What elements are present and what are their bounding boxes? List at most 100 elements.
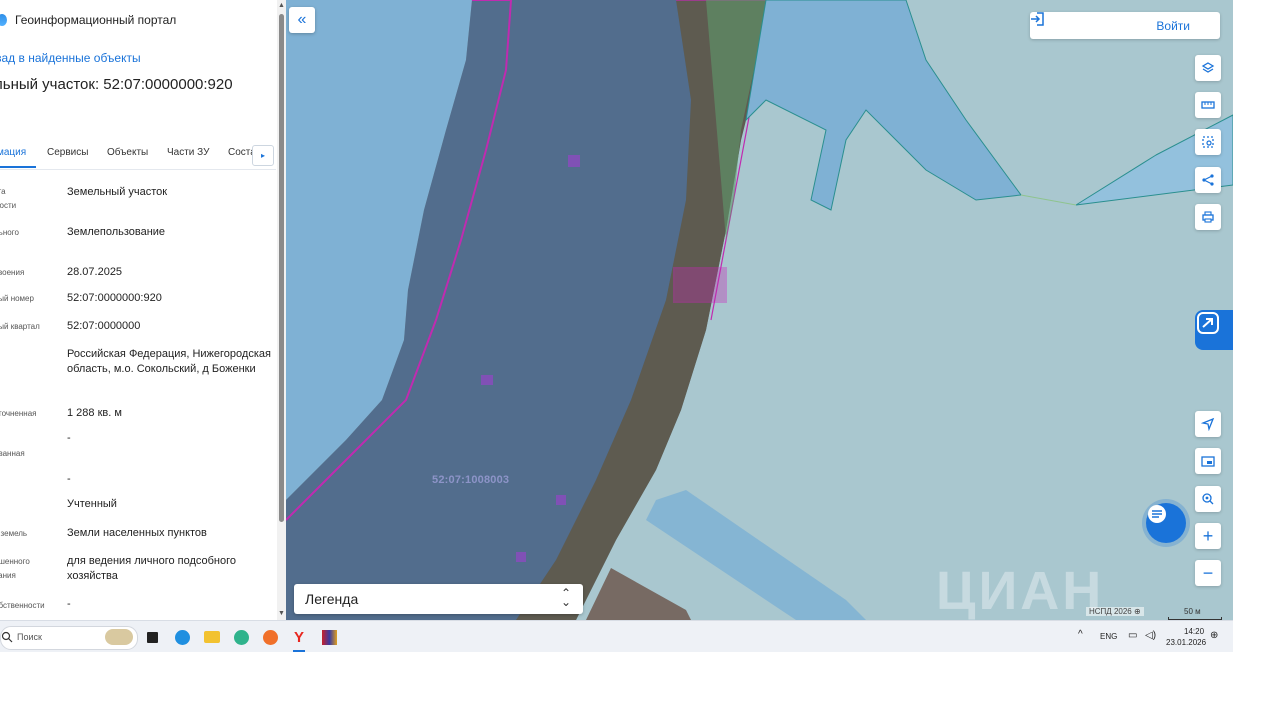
gosuslugi-button[interactable]: [1195, 310, 1233, 350]
gosuslugi-icon: [1197, 312, 1219, 334]
legend-dropdown[interactable]: Легенда ⌃ ⌄: [294, 584, 583, 614]
clock-time[interactable]: 14:20: [1184, 627, 1204, 636]
prop-label: обственности: [0, 601, 45, 610]
double-chevron-left-icon: «: [297, 11, 307, 28]
map-attribution: НСПД 2026 ⊕: [1086, 607, 1144, 616]
prop-value: Земельный участок: [67, 186, 168, 198]
land-patch: [586, 568, 691, 620]
geo-search-icon: [1202, 493, 1214, 505]
taskbar-search[interactable]: Поиск: [0, 626, 138, 650]
building: [481, 375, 493, 385]
prop-value-status: Учтенный: [67, 498, 117, 510]
object-title: льный участок: 52:07:0000000:920: [0, 76, 233, 93]
prop-value: Земли населенных пунктов: [67, 527, 207, 539]
prop-label: своения: [0, 268, 25, 277]
prop-label: вый номер: [0, 294, 34, 303]
tab-information[interactable]: мация: [0, 147, 26, 158]
active-app-indicator: [293, 650, 305, 652]
tabs-next-button[interactable]: ▸: [252, 145, 274, 166]
prop-label: льного: [0, 228, 19, 237]
volume-icon[interactable]: ◁): [1145, 630, 1156, 641]
prop-label: вый квартал: [0, 322, 40, 331]
prop-value: Землепользование: [67, 226, 166, 238]
back-to-results-link[interactable]: зад в найденные объекты: [0, 51, 141, 65]
layers-icon: [1201, 62, 1215, 73]
chat-icon: [1148, 505, 1166, 523]
ruler-button[interactable]: [1195, 92, 1221, 118]
zoom-out-button[interactable]: −: [1195, 560, 1221, 586]
chat-button[interactable]: [1146, 503, 1186, 543]
watermark: ЦИАН: [936, 561, 1105, 620]
select-area-icon: [1202, 136, 1214, 148]
clock-date[interactable]: 23.01.2026: [1166, 638, 1206, 647]
building: [568, 155, 580, 167]
zoom-in-button[interactable]: +: [1195, 523, 1221, 549]
app-title: Геоинформационный портал: [15, 13, 177, 27]
prop-label: ктамости: [0, 187, 17, 210]
select-area-button[interactable]: [1195, 129, 1221, 155]
map-view[interactable]: ЦИАН ID 3261... « Войти: [286, 0, 1233, 620]
prop-value: 52:07:0000000: [67, 320, 141, 332]
minimap-button[interactable]: [1195, 448, 1221, 474]
prop-value: -: [67, 598, 71, 610]
search-placeholder: Поиск: [17, 632, 42, 642]
notifications-icon[interactable]: ⊕: [1210, 630, 1218, 641]
selected-parcel: [673, 267, 727, 303]
prop-label: ованная: [0, 449, 25, 458]
search-icon: [1, 631, 13, 643]
share-button[interactable]: [1195, 167, 1221, 193]
layers-button[interactable]: [1195, 55, 1221, 81]
network-icon[interactable]: ▭: [1128, 630, 1137, 641]
ruler-icon: [1201, 101, 1215, 109]
prop-value: -: [67, 473, 71, 485]
legend-label: Легенда: [305, 591, 359, 607]
yandex-browser-icon[interactable]: Y: [290, 628, 308, 646]
portal-logo-icon: [0, 14, 7, 26]
building: [556, 495, 566, 505]
login-button[interactable]: Войти: [1030, 12, 1220, 39]
tab-services[interactable]: Сервисы: [47, 147, 88, 158]
active-tab-underline: [0, 166, 36, 168]
bay-water: [745, 0, 1022, 211]
locate-icon: [1201, 417, 1215, 431]
info-panel: Геоинформационный портал зад в найденные…: [0, 0, 286, 620]
tray-chevron-icon[interactable]: ^: [1078, 629, 1083, 640]
minus-icon: −: [1202, 562, 1214, 583]
channel-water: [646, 490, 866, 620]
language-indicator[interactable]: ENG: [1100, 632, 1117, 641]
firefox-icon[interactable]: [261, 628, 279, 646]
scroll-up-icon[interactable]: ▲: [278, 2, 285, 9]
edge-icon[interactable]: [173, 628, 191, 646]
scroll-thumb[interactable]: [279, 14, 284, 522]
winrar-icon[interactable]: [320, 628, 338, 646]
prop-label: ешенногования: [0, 557, 30, 580]
tab-bar: мация Сервисы Объекты Части ЗУ Соста ▸: [0, 143, 276, 170]
prop-value: 28.07.2025: [67, 266, 123, 278]
map-canvas: [286, 0, 1233, 620]
tab-parts[interactable]: Части ЗУ: [167, 147, 209, 158]
geo-search-button[interactable]: [1195, 486, 1221, 512]
prop-value: 1 288 кв. м: [67, 407, 122, 419]
locate-button[interactable]: [1195, 411, 1221, 437]
edge-dev-icon[interactable]: [232, 628, 250, 646]
boundary-line: [1020, 194, 1077, 206]
prop-value-address: Российская Федерация, Нижегородская обла…: [67, 348, 271, 375]
task-view-icon[interactable]: [143, 628, 161, 646]
chevron-right-icon: ▸: [260, 151, 265, 160]
login-label: Войти: [1156, 19, 1190, 33]
collapse-panel-button[interactable]: «: [289, 7, 315, 33]
tab-objects[interactable]: Объекты: [107, 147, 148, 158]
prop-value: 52:07:0000000:920: [67, 292, 162, 304]
prop-value: -: [67, 432, 71, 444]
taskbar: Поиск Y ^ ENG ▭ ◁) 14:20 23.01.2026 ⊕: [0, 620, 1233, 652]
print-button[interactable]: [1195, 204, 1221, 230]
panel-scrollbar[interactable]: ▲ ▼: [277, 0, 286, 620]
prop-value: для ведения личного подсобного хозяйства: [67, 555, 237, 582]
scroll-down-icon[interactable]: ▼: [278, 610, 285, 617]
minimap-icon: [1201, 456, 1215, 467]
expand-collapse-icon: ⌃ ⌄: [560, 586, 571, 609]
file-explorer-icon[interactable]: [203, 628, 221, 646]
prop-label: уточненная: [0, 409, 37, 418]
weather-widget-icon[interactable]: [105, 629, 133, 645]
login-icon: [1031, 12, 1044, 26]
